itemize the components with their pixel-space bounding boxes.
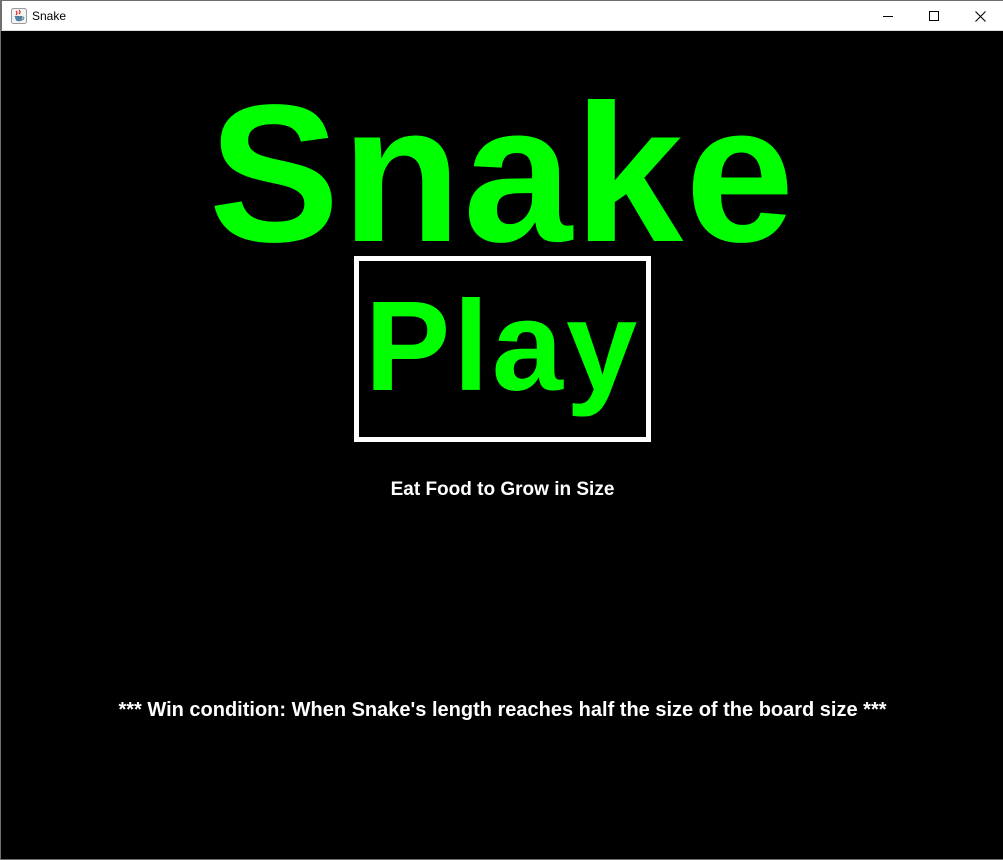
java-cup-icon[interactable]: [11, 8, 27, 24]
minimize-button[interactable]: [865, 1, 911, 31]
close-icon: [974, 10, 986, 22]
app-window: Snake Snake Play Eat Food to Grow in Siz…: [0, 0, 1003, 860]
close-button[interactable]: [957, 1, 1003, 31]
game-canvas[interactable]: Snake Play Eat Food to Grow in Size *** …: [2, 31, 1003, 859]
maximize-icon: [929, 11, 939, 21]
play-button[interactable]: Play: [354, 256, 651, 442]
play-button-label: Play: [364, 275, 641, 418]
game-title: Snake: [208, 64, 797, 283]
maximize-button[interactable]: [911, 1, 957, 31]
minimize-icon: [883, 16, 893, 17]
instruction-text: Eat Food to Grow in Size: [390, 479, 615, 500]
window-title: Snake: [32, 9, 67, 23]
win-condition-text: *** Win condition: When Snake's length r…: [118, 699, 887, 721]
title-bar[interactable]: Snake: [1, 0, 1003, 31]
